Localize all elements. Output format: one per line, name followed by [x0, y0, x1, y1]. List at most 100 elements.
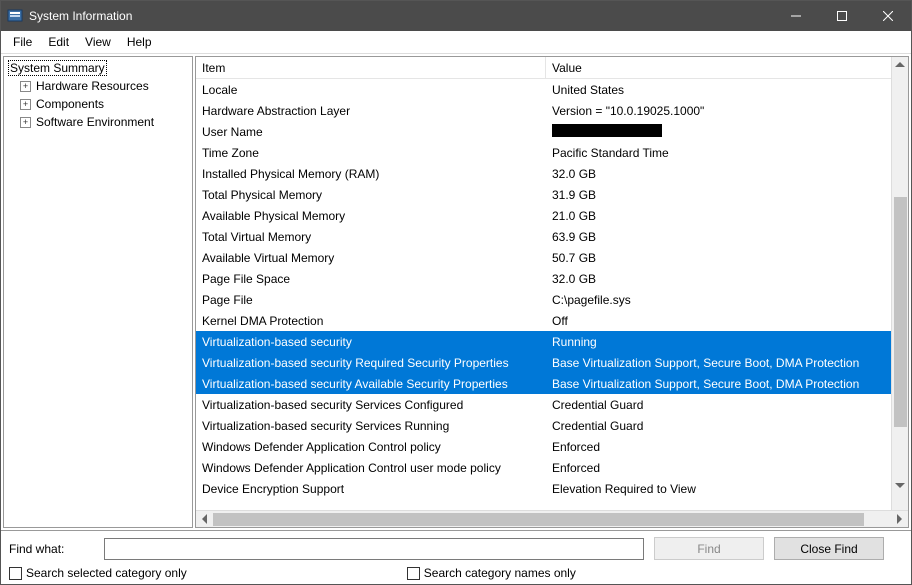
cell-item: Virtualization-based security — [196, 335, 546, 349]
cell-value: Credential Guard — [546, 419, 891, 433]
cell-item: Windows Defender Application Control pol… — [196, 440, 546, 454]
cell-item: Virtualization-based security Services R… — [196, 419, 546, 433]
cell-value: Base Virtualization Support, Secure Boot… — [546, 356, 891, 370]
list-row[interactable]: LocaleUnited States — [196, 79, 891, 100]
cell-value: 63.9 GB — [546, 230, 891, 244]
menu-file[interactable]: File — [5, 33, 40, 51]
cell-item: User Name — [196, 125, 546, 139]
window-title: System Information — [29, 9, 773, 23]
tree-root-system-summary[interactable]: System Summary — [6, 59, 190, 77]
scroll-down-icon[interactable] — [895, 483, 905, 488]
cell-item: Locale — [196, 83, 546, 97]
cell-value: 21.0 GB — [546, 209, 891, 223]
horizontal-scrollbar[interactable] — [196, 510, 908, 527]
cell-value: 32.0 GB — [546, 167, 891, 181]
tree-node-hardware-resources[interactable]: + Hardware Resources — [18, 77, 190, 95]
list-row[interactable]: User Name — [196, 121, 891, 142]
list-row[interactable]: Page FileC:\pagefile.sys — [196, 289, 891, 310]
find-panel: Find what: Find Close Find Search select… — [1, 530, 911, 584]
cell-value: Base Virtualization Support, Secure Boot… — [546, 377, 891, 391]
close-find-button[interactable]: Close Find — [774, 537, 884, 560]
cell-value: Pacific Standard Time — [546, 146, 891, 160]
find-button[interactable]: Find — [654, 537, 764, 560]
cell-value: 31.9 GB — [546, 188, 891, 202]
cell-item: Page File Space — [196, 272, 546, 286]
checkbox-label: Search category names only — [424, 566, 576, 580]
tree-node-components[interactable]: + Components — [18, 95, 190, 113]
cell-item: Total Virtual Memory — [196, 230, 546, 244]
app-icon — [7, 8, 23, 24]
scroll-right-icon[interactable] — [891, 511, 908, 528]
checkbox-icon[interactable] — [9, 567, 22, 580]
maximize-button[interactable] — [819, 1, 865, 31]
cell-item: Available Physical Memory — [196, 209, 546, 223]
menubar: File Edit View Help — [1, 31, 911, 54]
expand-icon[interactable]: + — [20, 99, 31, 110]
list-row[interactable]: Hardware Abstraction LayerVersion = "10.… — [196, 100, 891, 121]
tree-node-software-environment[interactable]: + Software Environment — [18, 113, 190, 131]
list-row[interactable]: Virtualization-based security Services C… — [196, 394, 891, 415]
checkbox-search-selected-category[interactable]: Search selected category only — [9, 566, 187, 580]
tree-label: Components — [34, 96, 106, 112]
expand-icon[interactable]: + — [20, 117, 31, 128]
checkbox-label: Search selected category only — [26, 566, 187, 580]
list-row[interactable]: Page File Space32.0 GB — [196, 268, 891, 289]
menu-help[interactable]: Help — [119, 33, 160, 51]
expand-icon[interactable]: + — [20, 81, 31, 92]
list-body: LocaleUnited StatesHardware Abstraction … — [196, 79, 891, 499]
scroll-left-icon[interactable] — [196, 511, 213, 528]
cell-value: Elevation Required to View — [546, 482, 891, 496]
category-tree[interactable]: System Summary + Hardware Resources + Co… — [3, 56, 193, 528]
list-row[interactable]: Available Physical Memory21.0 GB — [196, 205, 891, 226]
cell-value: Running — [546, 335, 891, 349]
column-headers[interactable]: Item Value — [196, 57, 891, 79]
list-row[interactable]: Virtualization-based securityRunning — [196, 331, 891, 352]
minimize-button[interactable] — [773, 1, 819, 31]
cell-item: Total Physical Memory — [196, 188, 546, 202]
cell-value — [546, 124, 891, 140]
list-row[interactable]: Installed Physical Memory (RAM)32.0 GB — [196, 163, 891, 184]
list-row[interactable]: Virtualization-based security Services R… — [196, 415, 891, 436]
menu-view[interactable]: View — [77, 33, 119, 51]
cell-item: Kernel DMA Protection — [196, 314, 546, 328]
scroll-thumb[interactable] — [894, 197, 907, 427]
cell-value: Off — [546, 314, 891, 328]
checkbox-search-category-names[interactable]: Search category names only — [407, 566, 576, 580]
cell-value: Enforced — [546, 440, 891, 454]
cell-item: Virtualization-based security Available … — [196, 377, 546, 391]
cell-value: C:\pagefile.sys — [546, 293, 891, 307]
details-pane: Item Value LocaleUnited StatesHardware A… — [195, 56, 909, 528]
find-input[interactable] — [104, 538, 644, 560]
column-header-item[interactable]: Item — [196, 57, 546, 78]
vertical-scrollbar[interactable] — [891, 57, 908, 510]
list-row[interactable]: Available Virtual Memory50.7 GB — [196, 247, 891, 268]
scroll-up-icon[interactable] — [895, 62, 905, 67]
cell-item: Installed Physical Memory (RAM) — [196, 167, 546, 181]
cell-item: Virtualization-based security Services C… — [196, 398, 546, 412]
cell-value: United States — [546, 83, 891, 97]
list-row[interactable]: Device Encryption SupportElevation Requi… — [196, 478, 891, 499]
window-titlebar: System Information — [1, 1, 911, 31]
list-row[interactable]: Time ZonePacific Standard Time — [196, 142, 891, 163]
menu-edit[interactable]: Edit — [40, 33, 77, 51]
list-row[interactable]: Windows Defender Application Control pol… — [196, 436, 891, 457]
close-button[interactable] — [865, 1, 911, 31]
list-row[interactable]: Windows Defender Application Control use… — [196, 457, 891, 478]
column-header-value[interactable]: Value — [546, 57, 891, 78]
cell-value: 50.7 GB — [546, 251, 891, 265]
cell-value: Version = "10.0.19025.1000" — [546, 104, 891, 118]
tree-label: Hardware Resources — [34, 78, 151, 94]
hscroll-thumb[interactable] — [213, 513, 864, 526]
find-label: Find what: — [9, 542, 94, 556]
list-row[interactable]: Total Physical Memory31.9 GB — [196, 184, 891, 205]
cell-item: Hardware Abstraction Layer — [196, 104, 546, 118]
list-row[interactable]: Virtualization-based security Available … — [196, 373, 891, 394]
list-row[interactable]: Total Virtual Memory63.9 GB — [196, 226, 891, 247]
redacted-value — [552, 124, 662, 137]
cell-item: Virtualization-based security Required S… — [196, 356, 546, 370]
checkbox-icon[interactable] — [407, 567, 420, 580]
cell-item: Available Virtual Memory — [196, 251, 546, 265]
list-row[interactable]: Kernel DMA ProtectionOff — [196, 310, 891, 331]
cell-item: Windows Defender Application Control use… — [196, 461, 546, 475]
list-row[interactable]: Virtualization-based security Required S… — [196, 352, 891, 373]
